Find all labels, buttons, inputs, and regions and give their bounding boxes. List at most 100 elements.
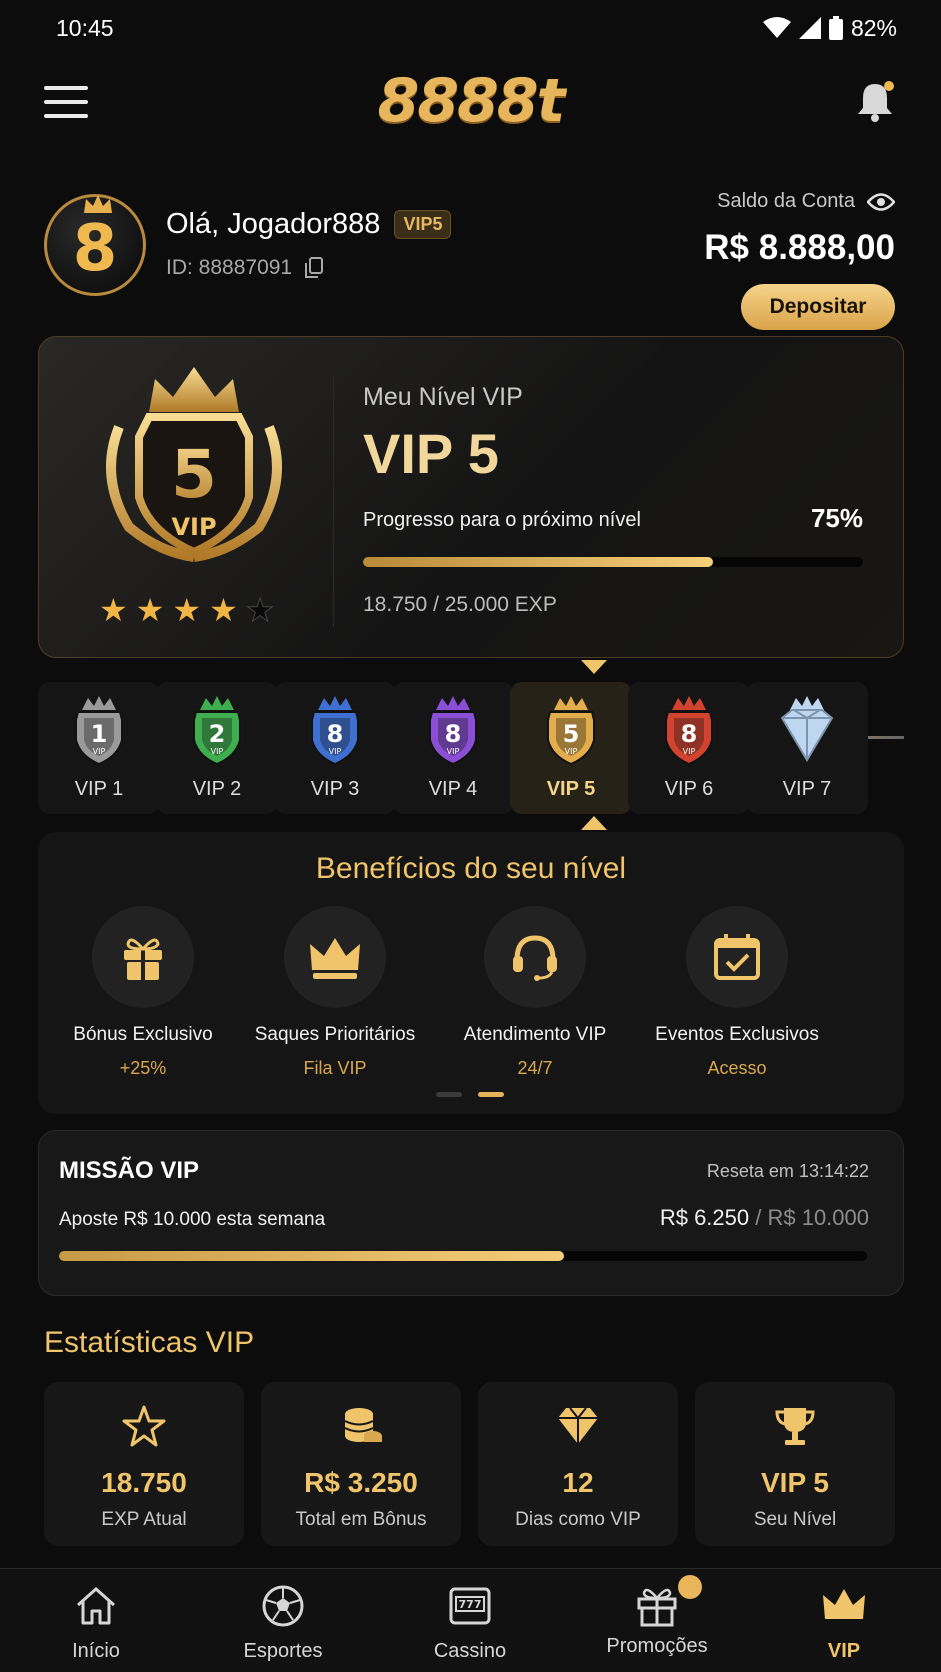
benefit-events[interactable]: Eventos Exclusivos Acesso bbox=[632, 906, 842, 1079]
svg-text:1: 1 bbox=[91, 720, 108, 748]
nav-home[interactable]: Início bbox=[2, 1569, 190, 1672]
home-icon bbox=[77, 1587, 115, 1625]
greeting-text: Olá, Jogador888 bbox=[166, 208, 381, 240]
stat-value: VIP 5 bbox=[761, 1467, 829, 1498]
vip-level-label: Meu Nível VIP bbox=[363, 383, 523, 411]
svg-text:777: 777 bbox=[459, 1598, 482, 1611]
vip-level-3[interactable]: 8 VIP VIP 3 bbox=[274, 682, 396, 814]
deposit-button[interactable]: Depositar bbox=[741, 284, 895, 330]
svg-text:8: 8 bbox=[681, 720, 698, 748]
svg-text:VIP: VIP bbox=[211, 747, 224, 756]
nav-promotions[interactable]: Promoções bbox=[563, 1569, 751, 1672]
benefit-name: Atendimento VIP bbox=[463, 1024, 607, 1045]
crown-icon bbox=[823, 1589, 865, 1619]
stat-label: Dias como VIP bbox=[515, 1509, 641, 1530]
copy-icon[interactable] bbox=[304, 257, 324, 279]
nav-sports[interactable]: Esportes bbox=[189, 1569, 377, 1672]
stats-title: Estatísticas VIP bbox=[44, 1326, 255, 1359]
star-icon: ★ bbox=[172, 592, 202, 628]
vip-level-badge-icon: 1VIP bbox=[75, 696, 123, 766]
progress-percent: 75% bbox=[810, 503, 863, 533]
stat-value: 12 bbox=[562, 1467, 594, 1498]
level-pointer-down bbox=[581, 660, 607, 674]
vip-level-6[interactable]: 8 VIP VIP 6 bbox=[628, 682, 750, 814]
bell-icon[interactable] bbox=[855, 80, 895, 124]
balance-label: Saldo da Conta bbox=[717, 190, 855, 212]
vip-level-7[interactable]: VIP 7 bbox=[746, 682, 868, 814]
mission-target: / R$ 10.000 bbox=[755, 1205, 869, 1230]
mission-current: R$ 6.250 bbox=[659, 1205, 750, 1230]
vip-level-label: VIP 1 bbox=[74, 778, 124, 800]
status-bar: 10:45 82% bbox=[0, 0, 941, 56]
carousel-dot[interactable] bbox=[436, 1092, 462, 1097]
benefit-sub: Fila VIP bbox=[303, 1058, 367, 1078]
svg-text:5: 5 bbox=[563, 720, 580, 748]
card-divider bbox=[333, 377, 334, 627]
coins-icon bbox=[344, 1408, 382, 1442]
soccer-ball-icon bbox=[262, 1585, 304, 1627]
nav-label: VIP bbox=[827, 1640, 861, 1662]
wifi-icon bbox=[762, 17, 791, 38]
star-icon bbox=[122, 1405, 166, 1447]
vip-level-1[interactable]: 1 VIP VIP 1 bbox=[38, 682, 160, 814]
vip-mission-card[interactable]: MISSÃO VIP Reseta em 13:14:22 Aposte R$ … bbox=[38, 1130, 904, 1296]
vip-level-badge-icon: 8VIP bbox=[665, 696, 713, 766]
stat-card-days: 12 Dias como VIP bbox=[478, 1382, 678, 1546]
benefit-name: Saques Prioritários bbox=[254, 1024, 416, 1045]
app-logo: 8888t bbox=[377, 66, 566, 136]
svg-text:VIP: VIP bbox=[565, 747, 578, 756]
stat-card-bonus: R$ 3.250 Total em Bônus bbox=[261, 1382, 461, 1546]
vip-level-2[interactable]: 2 VIP VIP 2 bbox=[156, 682, 278, 814]
level-pointer-up bbox=[581, 816, 607, 830]
star-rating: ★ ★ ★ ★ ★ bbox=[99, 591, 275, 629]
benefit-support[interactable]: Atendimento VIP 24/7 bbox=[430, 906, 640, 1079]
nav-label: Cassino bbox=[433, 1640, 507, 1662]
benefits-title: Benefícios do seu nível bbox=[315, 852, 627, 885]
vip-level-badge-icon: 8VIP bbox=[429, 696, 477, 766]
vip-level-label: VIP 3 bbox=[310, 778, 360, 800]
mission-reset-timer: Reseta em 13:14:22 bbox=[706, 1161, 869, 1181]
vip-progress-fill bbox=[363, 557, 713, 567]
avatar[interactable]: 8 bbox=[44, 194, 146, 296]
vip-level-4[interactable]: 8 VIP VIP 4 bbox=[392, 682, 514, 814]
nav-vip[interactable]: VIP bbox=[750, 1569, 938, 1672]
vip-progress-bar bbox=[363, 557, 863, 567]
benefit-sub: 24/7 bbox=[517, 1058, 553, 1078]
stat-label: Seu Nível bbox=[753, 1509, 837, 1530]
bottom-nav: Início Esportes 777 Cassino Promoções VI… bbox=[0, 1568, 941, 1672]
carousel-dot-active[interactable] bbox=[478, 1092, 504, 1097]
mission-progress-fill bbox=[59, 1251, 564, 1261]
gift-icon bbox=[634, 1575, 702, 1629]
battery-percent: 82% bbox=[850, 14, 897, 41]
exp-text: 18.750 / 25.000 EXP bbox=[363, 593, 557, 616]
benefit-bonus[interactable]: Bónus Exclusivo +25% bbox=[38, 906, 248, 1079]
svg-text:VIP: VIP bbox=[683, 747, 696, 756]
stat-label: EXP Atual bbox=[101, 1509, 187, 1530]
vip-level-card: 5 VIP ★ ★ ★ ★ ★ Meu Nível VIP VIP 5 Prog… bbox=[38, 336, 904, 658]
balance-value: R$ 8.888,00 bbox=[704, 228, 895, 267]
signal-icon bbox=[798, 17, 821, 39]
user-id: ID: 88887091 bbox=[166, 256, 293, 279]
vip-level-label: VIP 6 bbox=[664, 778, 714, 800]
star-icon: ★ bbox=[99, 592, 128, 628]
eye-icon[interactable] bbox=[867, 192, 895, 211]
benefit-withdrawals[interactable]: Saques Prioritários Fila VIP bbox=[230, 906, 440, 1079]
vip-level-badge-icon: 8VIP bbox=[311, 696, 359, 766]
nav-casino[interactable]: 777 Cassino bbox=[376, 1569, 564, 1672]
vip-shield-icon: 5 VIP bbox=[106, 367, 282, 562]
stat-label: Total em Bônus bbox=[295, 1509, 427, 1530]
vip-level-badge-icon: 2VIP bbox=[193, 696, 241, 766]
svg-text:2: 2 bbox=[209, 720, 226, 748]
avatar-number: 8 bbox=[72, 212, 118, 286]
shield-vip-text: VIP bbox=[171, 513, 216, 541]
app-header: 8888t bbox=[0, 66, 941, 142]
greeting-row: Olá, Jogador888 VIP5 bbox=[166, 208, 452, 241]
vip-level-5[interactable]: 5 VIP VIP 5 bbox=[510, 682, 632, 814]
svg-text:8: 8 bbox=[327, 720, 344, 748]
nav-label: Promoções bbox=[606, 1635, 708, 1657]
mission-description: Aposte R$ 10.000 esta semana bbox=[59, 1209, 326, 1230]
status-time: 10:45 bbox=[56, 14, 114, 41]
vip-level-badge-icon: 5VIP bbox=[547, 696, 595, 766]
svg-text:VIP: VIP bbox=[447, 747, 460, 756]
carousel-dots bbox=[436, 1092, 504, 1097]
